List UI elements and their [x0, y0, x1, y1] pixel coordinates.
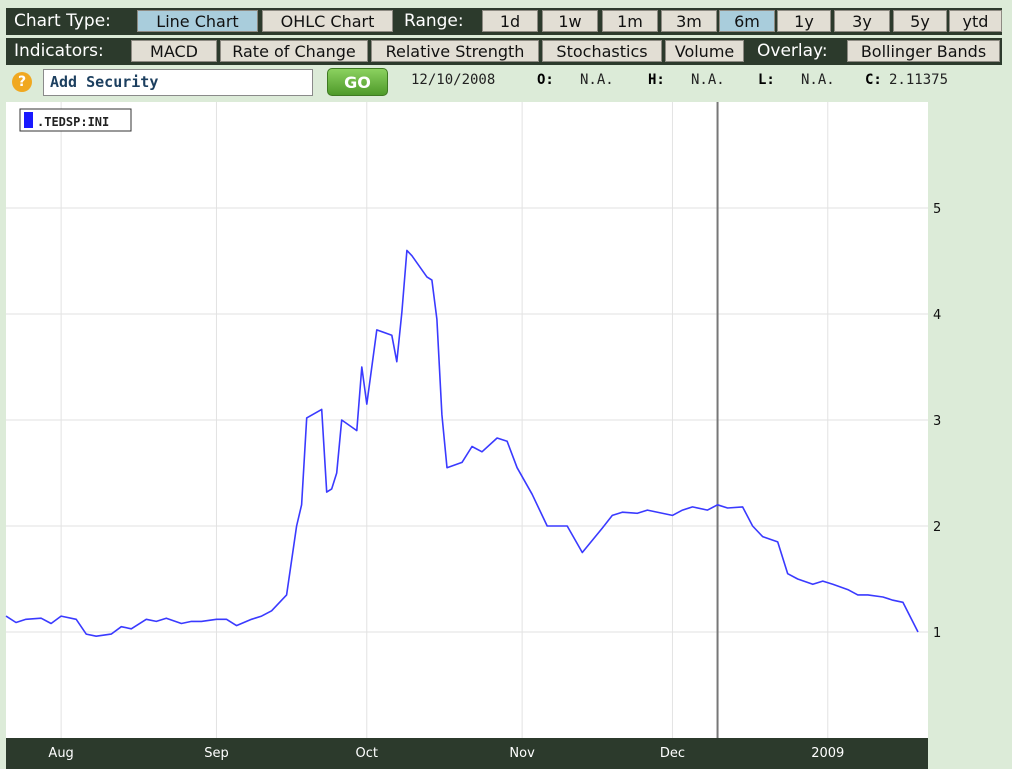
help-icon[interactable]: ? [12, 72, 32, 92]
legend-label: .TEDSP:INI [37, 115, 109, 129]
macd-button[interactable]: MACD [131, 40, 217, 62]
high-label: H: [648, 72, 665, 88]
low-label: L: [758, 72, 775, 88]
range-1w-button[interactable]: 1w [542, 10, 598, 32]
price-chart[interactable]: 1 2 3 4 5 Aug Sep Oct Nov Dec 2009 .TEDSP:INI [0, 100, 1012, 769]
close-value: 2.11375 [889, 72, 949, 88]
chart-type-label: Chart Type: [14, 11, 111, 31]
indicators-toolbar: Indicators: MACD Rate of Change Relative… [6, 38, 1002, 65]
open-value: N.A. [580, 72, 614, 88]
range-1m-button[interactable]: 1m [602, 10, 658, 32]
range-1d-button[interactable]: 1d [482, 10, 538, 32]
open-label: O: [537, 72, 554, 88]
range-ytd-button[interactable]: ytd [949, 10, 1002, 32]
stochastics-button[interactable]: Stochastics [542, 40, 662, 62]
y-tick-label: 3 [933, 414, 941, 429]
y-tick-label: 2 [933, 520, 941, 535]
ohlc-chart-button[interactable]: OHLC Chart [262, 10, 393, 32]
x-tick-label: Oct [356, 746, 378, 761]
range-6m-button[interactable]: 6m [719, 10, 775, 32]
x-tick-label: Aug [48, 746, 73, 761]
indicators-label: Indicators: [14, 41, 104, 61]
x-tick-label: Dec [660, 746, 685, 761]
x-tick-label: 2009 [811, 746, 844, 761]
rate-of-change-button[interactable]: Rate of Change [220, 40, 368, 62]
close-label: C: [865, 72, 882, 88]
quote-date: 12/10/2008 [411, 72, 496, 88]
high-value: N.A. [691, 72, 725, 88]
legend: .TEDSP:INI [19, 108, 132, 132]
go-button[interactable]: GO [327, 68, 388, 96]
legend-swatch [24, 112, 33, 128]
range-3m-button[interactable]: 3m [661, 10, 717, 32]
x-tick-label: Nov [509, 746, 535, 761]
range-1y-button[interactable]: 1y [777, 10, 831, 32]
relative-strength-button[interactable]: Relative Strength [371, 40, 539, 62]
range-3y-button[interactable]: 3y [834, 10, 890, 32]
overlay-label: Overlay: [757, 41, 828, 61]
x-tick-label: Sep [204, 746, 229, 761]
line-chart-button[interactable]: Line Chart [137, 10, 258, 32]
x-axis-bar [6, 738, 928, 769]
chart-type-toolbar: Chart Type: Line Chart OHLC Chart Range:… [6, 8, 1002, 35]
range-5y-button[interactable]: 5y [893, 10, 947, 32]
volume-button[interactable]: Volume [665, 40, 744, 62]
bollinger-bands-button[interactable]: Bollinger Bands [847, 40, 1000, 62]
add-security-input[interactable]: Add Security [43, 69, 313, 96]
y-tick-label: 4 [933, 308, 941, 323]
y-tick-label: 1 [933, 626, 941, 641]
range-label: Range: [404, 11, 464, 31]
y-tick-label: 5 [933, 202, 941, 217]
low-value: N.A. [801, 72, 835, 88]
